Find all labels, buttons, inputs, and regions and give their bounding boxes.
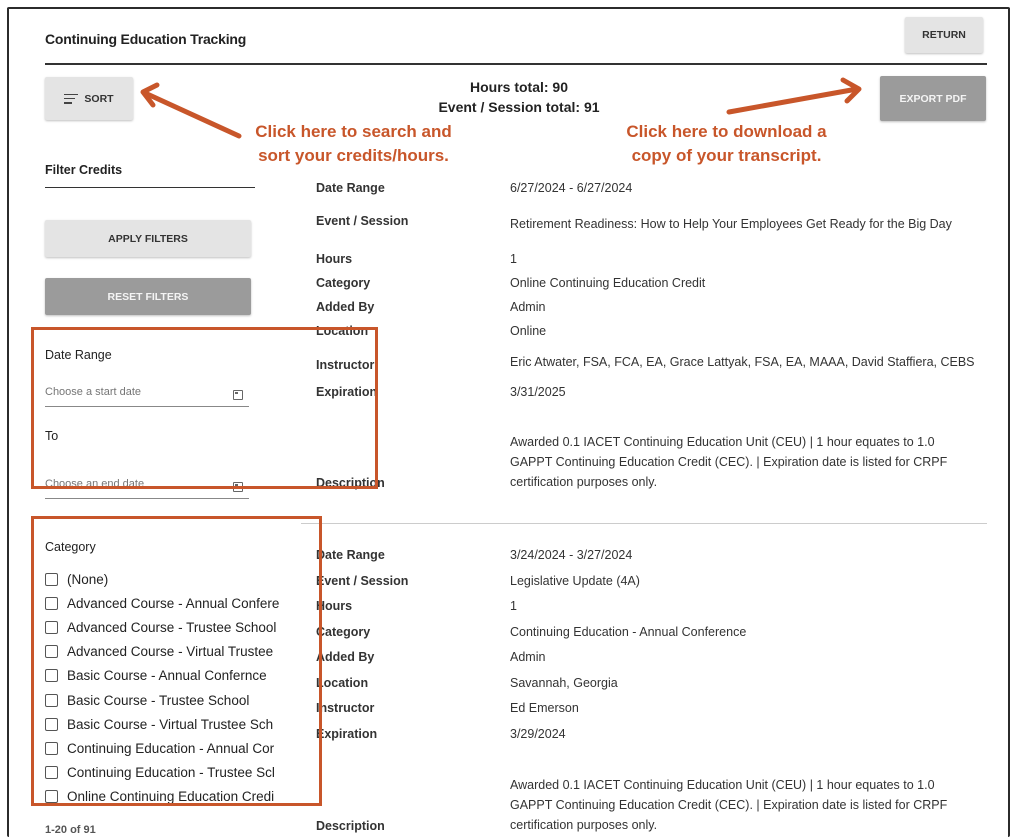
record-event: Legislative Update (4A) — [510, 573, 640, 588]
date-range-highlight — [31, 327, 378, 489]
hours-total: Hours total: 90 — [469, 79, 568, 95]
record-expiration: 3/29/2024 — [510, 726, 566, 741]
credit-record: Date Range 3/24/2024 - 3/27/2024 Event / … — [316, 547, 996, 835]
app-window: Continuing Education Tracking RETURN SOR… — [7, 7, 1010, 837]
arrow-to-export-head — [840, 77, 862, 104]
reset-filters-button[interactable]: RESET FILTERS — [45, 278, 251, 315]
arrow-to-sort — [142, 90, 242, 139]
record-instructor: Eric Atwater, FSA, FCA, EA, Grace Lattya… — [510, 354, 975, 369]
record-category: Continuing Education - Annual Conference — [510, 624, 747, 639]
record-date-range: 3/24/2024 - 3/27/2024 — [510, 548, 633, 562]
pagination-text: 1-20 of 91 — [45, 824, 96, 836]
record-description: Awarded 0.1 IACET Continuing Education U… — [510, 435, 948, 489]
event-session-total: Event / Session total: 91 — [438, 99, 600, 115]
page-title: Continuing Education Tracking — [45, 31, 247, 47]
record-event: Retirement Readiness: How to Help Your E… — [510, 216, 952, 231]
credit-records-continued: Date Range 3/24/2024 - 3/27/2024 Event / … — [316, 547, 996, 835]
record-divider — [301, 523, 987, 524]
arrow-to-export — [726, 86, 860, 115]
export-pdf-button[interactable]: EXPORT PDF — [880, 76, 986, 121]
sort-button[interactable]: SORT — [45, 77, 133, 120]
sort-annotation: Click here to search and sort your credi… — [255, 122, 452, 165]
totals-summary: Hours total: 90 Event / Session total: 9… — [369, 77, 669, 117]
record-hours: 1 — [510, 252, 517, 266]
filter-credits-heading: Filter Credits — [45, 163, 123, 177]
sort-label: SORT — [84, 92, 114, 105]
record-category: Online Continuing Education Credit — [510, 276, 706, 290]
record-location: Savannah, Georgia — [510, 675, 618, 690]
record-description: Awarded 0.1 IACET Continuing Education U… — [510, 778, 948, 832]
record-added-by: Admin — [510, 300, 546, 314]
record-location: Online — [510, 324, 547, 338]
record-instructor: Ed Emerson — [510, 701, 579, 715]
record-added-by: Admin — [510, 650, 546, 664]
record-date-range: 6/27/2024 - 6/27/2024 — [510, 181, 633, 195]
credit-record: Date Range 6/27/2024 - 6/27/2024 Event / … — [316, 181, 975, 490]
apply-filters-button[interactable]: APPLY FILTERS — [45, 220, 251, 257]
return-button[interactable]: RETURN — [905, 17, 983, 53]
export-annotation: Click here to download a copy of your tr… — [626, 122, 827, 165]
header-divider — [45, 63, 987, 65]
filter-divider — [45, 187, 255, 188]
arrow-to-sort-head — [140, 82, 160, 108]
credit-records: Date Range 6/27/2024 - 6/27/2024 Event / … — [316, 180, 996, 492]
sort-icon — [64, 93, 79, 104]
category-highlight — [31, 516, 322, 806]
record-hours: 1 — [510, 599, 517, 613]
record-expiration: 3/31/2025 — [510, 385, 566, 399]
